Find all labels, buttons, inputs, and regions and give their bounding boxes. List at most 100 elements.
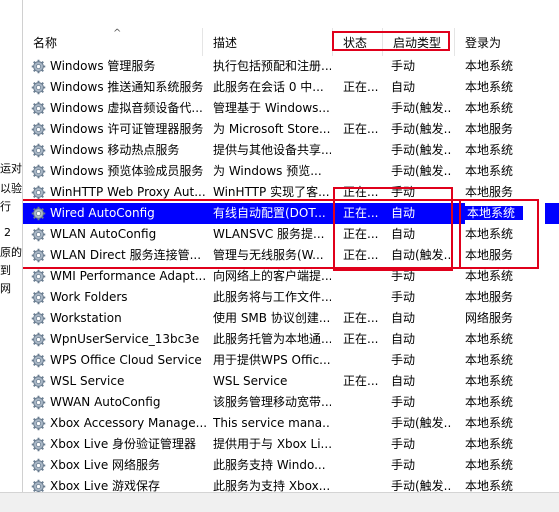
service-status: 正在...: [343, 80, 379, 94]
service-logon-text: 本地服务: [465, 185, 514, 199]
table-row[interactable]: WMI Performance Adapt... 向网络上的客户端提... 手动 本地…: [23, 266, 559, 287]
service-start-type: 自动: [391, 206, 416, 220]
service-name: WMI Performance Adapt...: [50, 269, 207, 283]
table-row[interactable]: Workstation 使用 SMB 协议创建... 正在... 自动 网络服务: [23, 308, 559, 329]
gear-icon: [31, 185, 46, 200]
table-row[interactable]: Xbox Accessory Manage... This service man…: [23, 413, 559, 434]
service-logon-text: 本地系统: [465, 227, 514, 241]
service-logon-text: 本地系统: [465, 143, 514, 157]
table-row[interactable]: WpnUserService_13bc3e 此服务托管为本地通... 正在... 自动…: [23, 329, 559, 350]
service-status: [343, 266, 383, 287]
service-logon: 本地系统: [465, 161, 545, 182]
service-name: WLAN AutoConfig: [50, 227, 157, 241]
service-start-type: 手动(触发...: [391, 143, 451, 157]
service-description: 有线自动配置(DOT...: [213, 206, 326, 220]
service-logon-text: 本地系统: [465, 353, 514, 367]
service-status: [343, 455, 383, 476]
service-logon: 本地系统: [465, 98, 545, 119]
service-description: 提供用于与 Xbox Li...: [213, 437, 331, 451]
service-logon: 本地系统: [465, 455, 545, 476]
service-start-type: 手动(触发...: [391, 479, 451, 492]
service-name: WSL Service: [50, 374, 125, 388]
service-name: Windows 管理服务: [50, 59, 156, 73]
service-logon-text: 网络服务: [465, 311, 514, 325]
service-description: This service mana...: [213, 416, 331, 430]
service-status: [343, 98, 383, 119]
table-row[interactable]: Xbox Live 游戏保存 此服务为支持 Xbox... 手动(触发... 本地系统: [23, 476, 559, 492]
service-description: 此服务在会话 0 中...: [213, 80, 324, 94]
service-name: Xbox Live 网络服务: [50, 458, 161, 472]
service-logon-text: 本地系统: [465, 206, 524, 220]
service-status: 正在...: [343, 185, 379, 199]
service-status: [343, 476, 383, 492]
service-logon-text: 本地系统: [465, 395, 514, 409]
gear-icon: [31, 143, 46, 158]
service-logon: 本地系统: [465, 434, 545, 455]
service-status: [343, 140, 383, 161]
service-logon-text: 本地系统: [465, 479, 514, 492]
service-logon: 本地系统: [465, 77, 545, 98]
gear-icon: [31, 59, 46, 74]
service-description: WSL Service: [213, 374, 288, 388]
service-name: Xbox Live 身份验证管理器: [50, 437, 197, 451]
service-logon: 本地系统: [465, 350, 545, 371]
table-row[interactable]: WSL Service WSL Service 正在... 自动 本地系统: [23, 371, 559, 392]
service-name: Windows 预览体验成员服务: [50, 164, 204, 178]
service-description: 此服务将与工作文件...: [213, 290, 331, 304]
gear-icon: [31, 353, 46, 368]
service-logon-text: 本地系统: [465, 437, 514, 451]
column-header-status[interactable]: 状态: [333, 28, 383, 56]
table-row[interactable]: Xbox Live 网络服务 此服务支持 Windo... 手动 本地系统: [23, 455, 559, 476]
table-row[interactable]: WinHTTP Web Proxy Aut... WinHTTP 实现了客... 正…: [23, 182, 559, 203]
service-start-type: 自动: [391, 80, 416, 94]
service-status: [343, 350, 383, 371]
column-header-start-type[interactable]: 启动类型: [383, 28, 455, 56]
left-text-2: 以验: [0, 182, 22, 195]
service-status: 正在...: [343, 332, 379, 346]
service-description: 此服务为支持 Xbox...: [213, 479, 331, 492]
gear-icon: [31, 479, 46, 492]
table-row[interactable]: Windows 虚拟音频设备代... 管理基于 Windows... 手动(触发..…: [23, 98, 559, 119]
service-start-type: 手动(触发...: [391, 164, 451, 178]
service-start-type: 手动: [391, 185, 416, 199]
table-row[interactable]: Windows 许可证管理器服务为 Microsoft Store... 正在..…: [23, 119, 559, 140]
table-row[interactable]: WLAN Direct 服务连接管... 管理与无线服务(W... 正在... 自动(…: [23, 245, 559, 266]
service-logon-text: 本地服务: [465, 248, 514, 262]
service-description: 为 Microsoft Store...: [213, 122, 331, 136]
service-description: 使用 SMB 协议创建...: [213, 311, 331, 325]
service-logon: 本地系统: [465, 56, 545, 77]
service-logon-text: 本地系统: [465, 101, 514, 115]
gear-icon: [31, 206, 46, 221]
table-row[interactable]: Windows 管理服务 执行包括预配和注册... 手动 本地系统: [23, 56, 559, 77]
gear-icon: [31, 311, 46, 326]
service-start-type: 手动: [391, 458, 416, 472]
column-header-desc[interactable]: 描述: [203, 28, 333, 56]
column-header-logon[interactable]: 登录为: [455, 28, 559, 56]
service-status: 正在...: [343, 122, 379, 136]
service-logon: 本地系统: [465, 329, 545, 350]
table-row[interactable]: WPS Office Cloud Service 用于提供WPS Offic...…: [23, 350, 559, 371]
table-row[interactable]: Windows 预览体验成员服务为 Windows 预览... 手动(触发... 本…: [23, 161, 559, 182]
table-row[interactable]: WLAN AutoConfig WLANSVC 服务提... 正在... 自动 本地系统: [23, 224, 559, 245]
gear-icon: [31, 101, 46, 116]
service-logon: 本地服务: [465, 287, 545, 308]
service-start-type: 手动: [391, 353, 416, 367]
service-description: 此服务托管为本地通...: [213, 332, 331, 346]
service-start-type: 自动: [391, 374, 416, 388]
left-panel-fragment: 运对 以验 行 2 原的 到 网: [0, 0, 22, 511]
service-name: WPS Office Cloud Service: [50, 353, 202, 367]
service-name: Windows 虚拟音频设备代...: [50, 101, 203, 115]
table-row[interactable]: Wired AutoConfig 有线自动配置(DOT... 正在... 自动 本地系统: [23, 203, 559, 224]
table-row[interactable]: Windows 移动热点服务 提供与其他设备共享... 手动(触发... 本地系统: [23, 140, 559, 161]
service-description: 为 Windows 预览...: [213, 164, 322, 178]
table-row[interactable]: WWAN AutoConfig 该服务管理移动宽带... 手动 本地系统: [23, 392, 559, 413]
gear-icon: [31, 164, 46, 179]
table-row[interactable]: Windows 推送通知系统服务 此服务在会话 0 中... 正在... 自动 本地系统: [23, 77, 559, 98]
table-row[interactable]: Xbox Live 身份验证管理器 提供用于与 Xbox Li... 手动 本地系统: [23, 434, 559, 455]
table-row[interactable]: Work Folders 此服务将与工作文件... 手动 本地服务: [23, 287, 559, 308]
service-logon: 本地系统: [465, 203, 545, 224]
service-start-type: 手动: [391, 269, 416, 283]
service-name: Wired AutoConfig: [50, 206, 155, 220]
bottom-scroll-area: [0, 492, 559, 512]
left-text-7: 网: [0, 282, 11, 295]
